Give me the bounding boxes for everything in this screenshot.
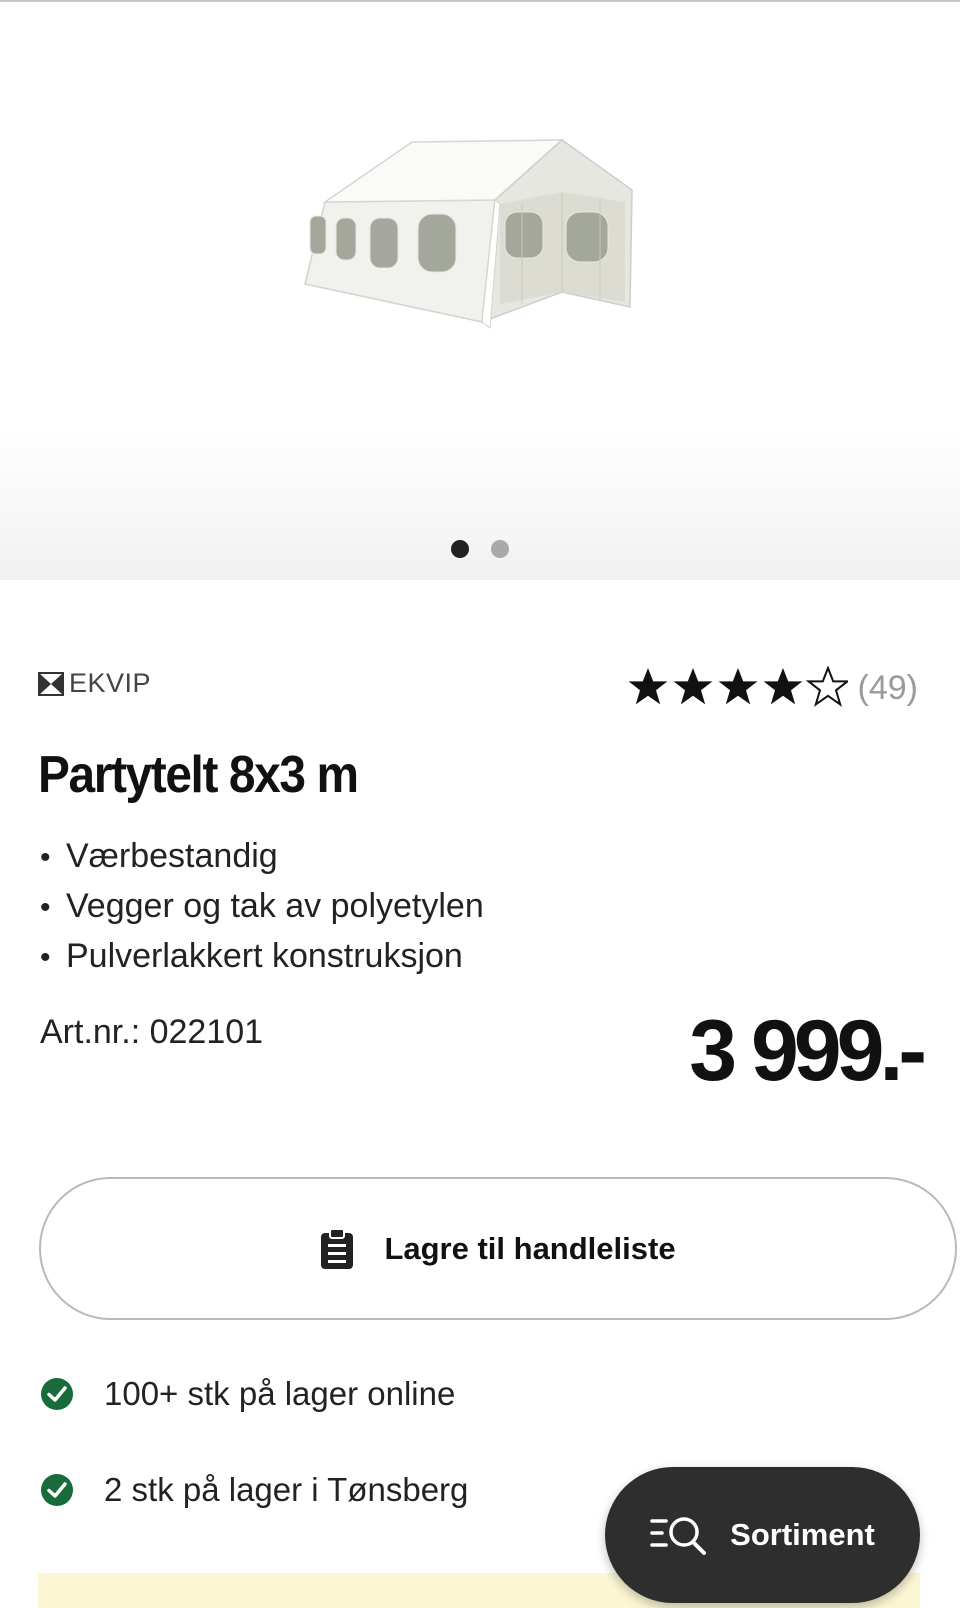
stock-text: 2 stk på lager i Tønsberg bbox=[104, 1471, 469, 1508]
gallery-pagination bbox=[0, 540, 960, 558]
save-to-list-label: Lagre til handleliste bbox=[384, 1230, 676, 1266]
feature-item: • Vegger og tak av polyetylen bbox=[40, 887, 484, 925]
feature-text: Vegger og tak av polyetylen bbox=[66, 887, 484, 925]
product-title: Partytelt 8x3 m bbox=[38, 746, 359, 804]
save-to-list-button[interactable]: Lagre til handleliste bbox=[39, 1177, 957, 1320]
stock-status-store[interactable]: 2 stk på lager i Tønsberg bbox=[40, 1471, 468, 1509]
check-circle-icon bbox=[41, 1474, 73, 1506]
product-price: 3 999.- bbox=[689, 1003, 927, 1099]
pagination-dot[interactable] bbox=[491, 540, 509, 558]
product-image-gallery[interactable] bbox=[0, 2, 960, 580]
sortiment-label: Sortiment bbox=[730, 1517, 875, 1552]
product-image bbox=[304, 139, 633, 329]
clipboard-icon bbox=[321, 1227, 354, 1269]
feature-text: Værbestandig bbox=[66, 837, 278, 875]
stock-status-online: 100+ stk på lager online bbox=[40, 1375, 455, 1413]
search-menu-icon bbox=[650, 1517, 707, 1555]
check-circle-icon bbox=[41, 1378, 73, 1410]
feature-text: Pulverlakkert konstruksjon bbox=[66, 937, 463, 975]
review-count: (49) bbox=[857, 668, 918, 707]
feature-item: • Pulverlakkert konstruksjon bbox=[40, 937, 463, 975]
stock-text: 100+ stk på lager online bbox=[104, 1375, 456, 1412]
feature-list: • Værbestandig • Vegger og tak av polyetyl… bbox=[40, 832, 484, 982]
pagination-dot-active[interactable] bbox=[451, 540, 469, 558]
feature-item: • Værbestandig bbox=[40, 837, 278, 875]
ekvip-logo-icon bbox=[38, 671, 64, 696]
star-rating-icon bbox=[628, 667, 848, 706]
brand-name: EKVIP bbox=[69, 668, 152, 698]
brand-logo[interactable]: EKVIP bbox=[38, 668, 151, 699]
sortiment-button[interactable]: Sortiment bbox=[605, 1467, 920, 1603]
product-rating[interactable]: (49) bbox=[626, 666, 918, 710]
article-number: Art.nr.: 022101 bbox=[40, 1013, 264, 1051]
